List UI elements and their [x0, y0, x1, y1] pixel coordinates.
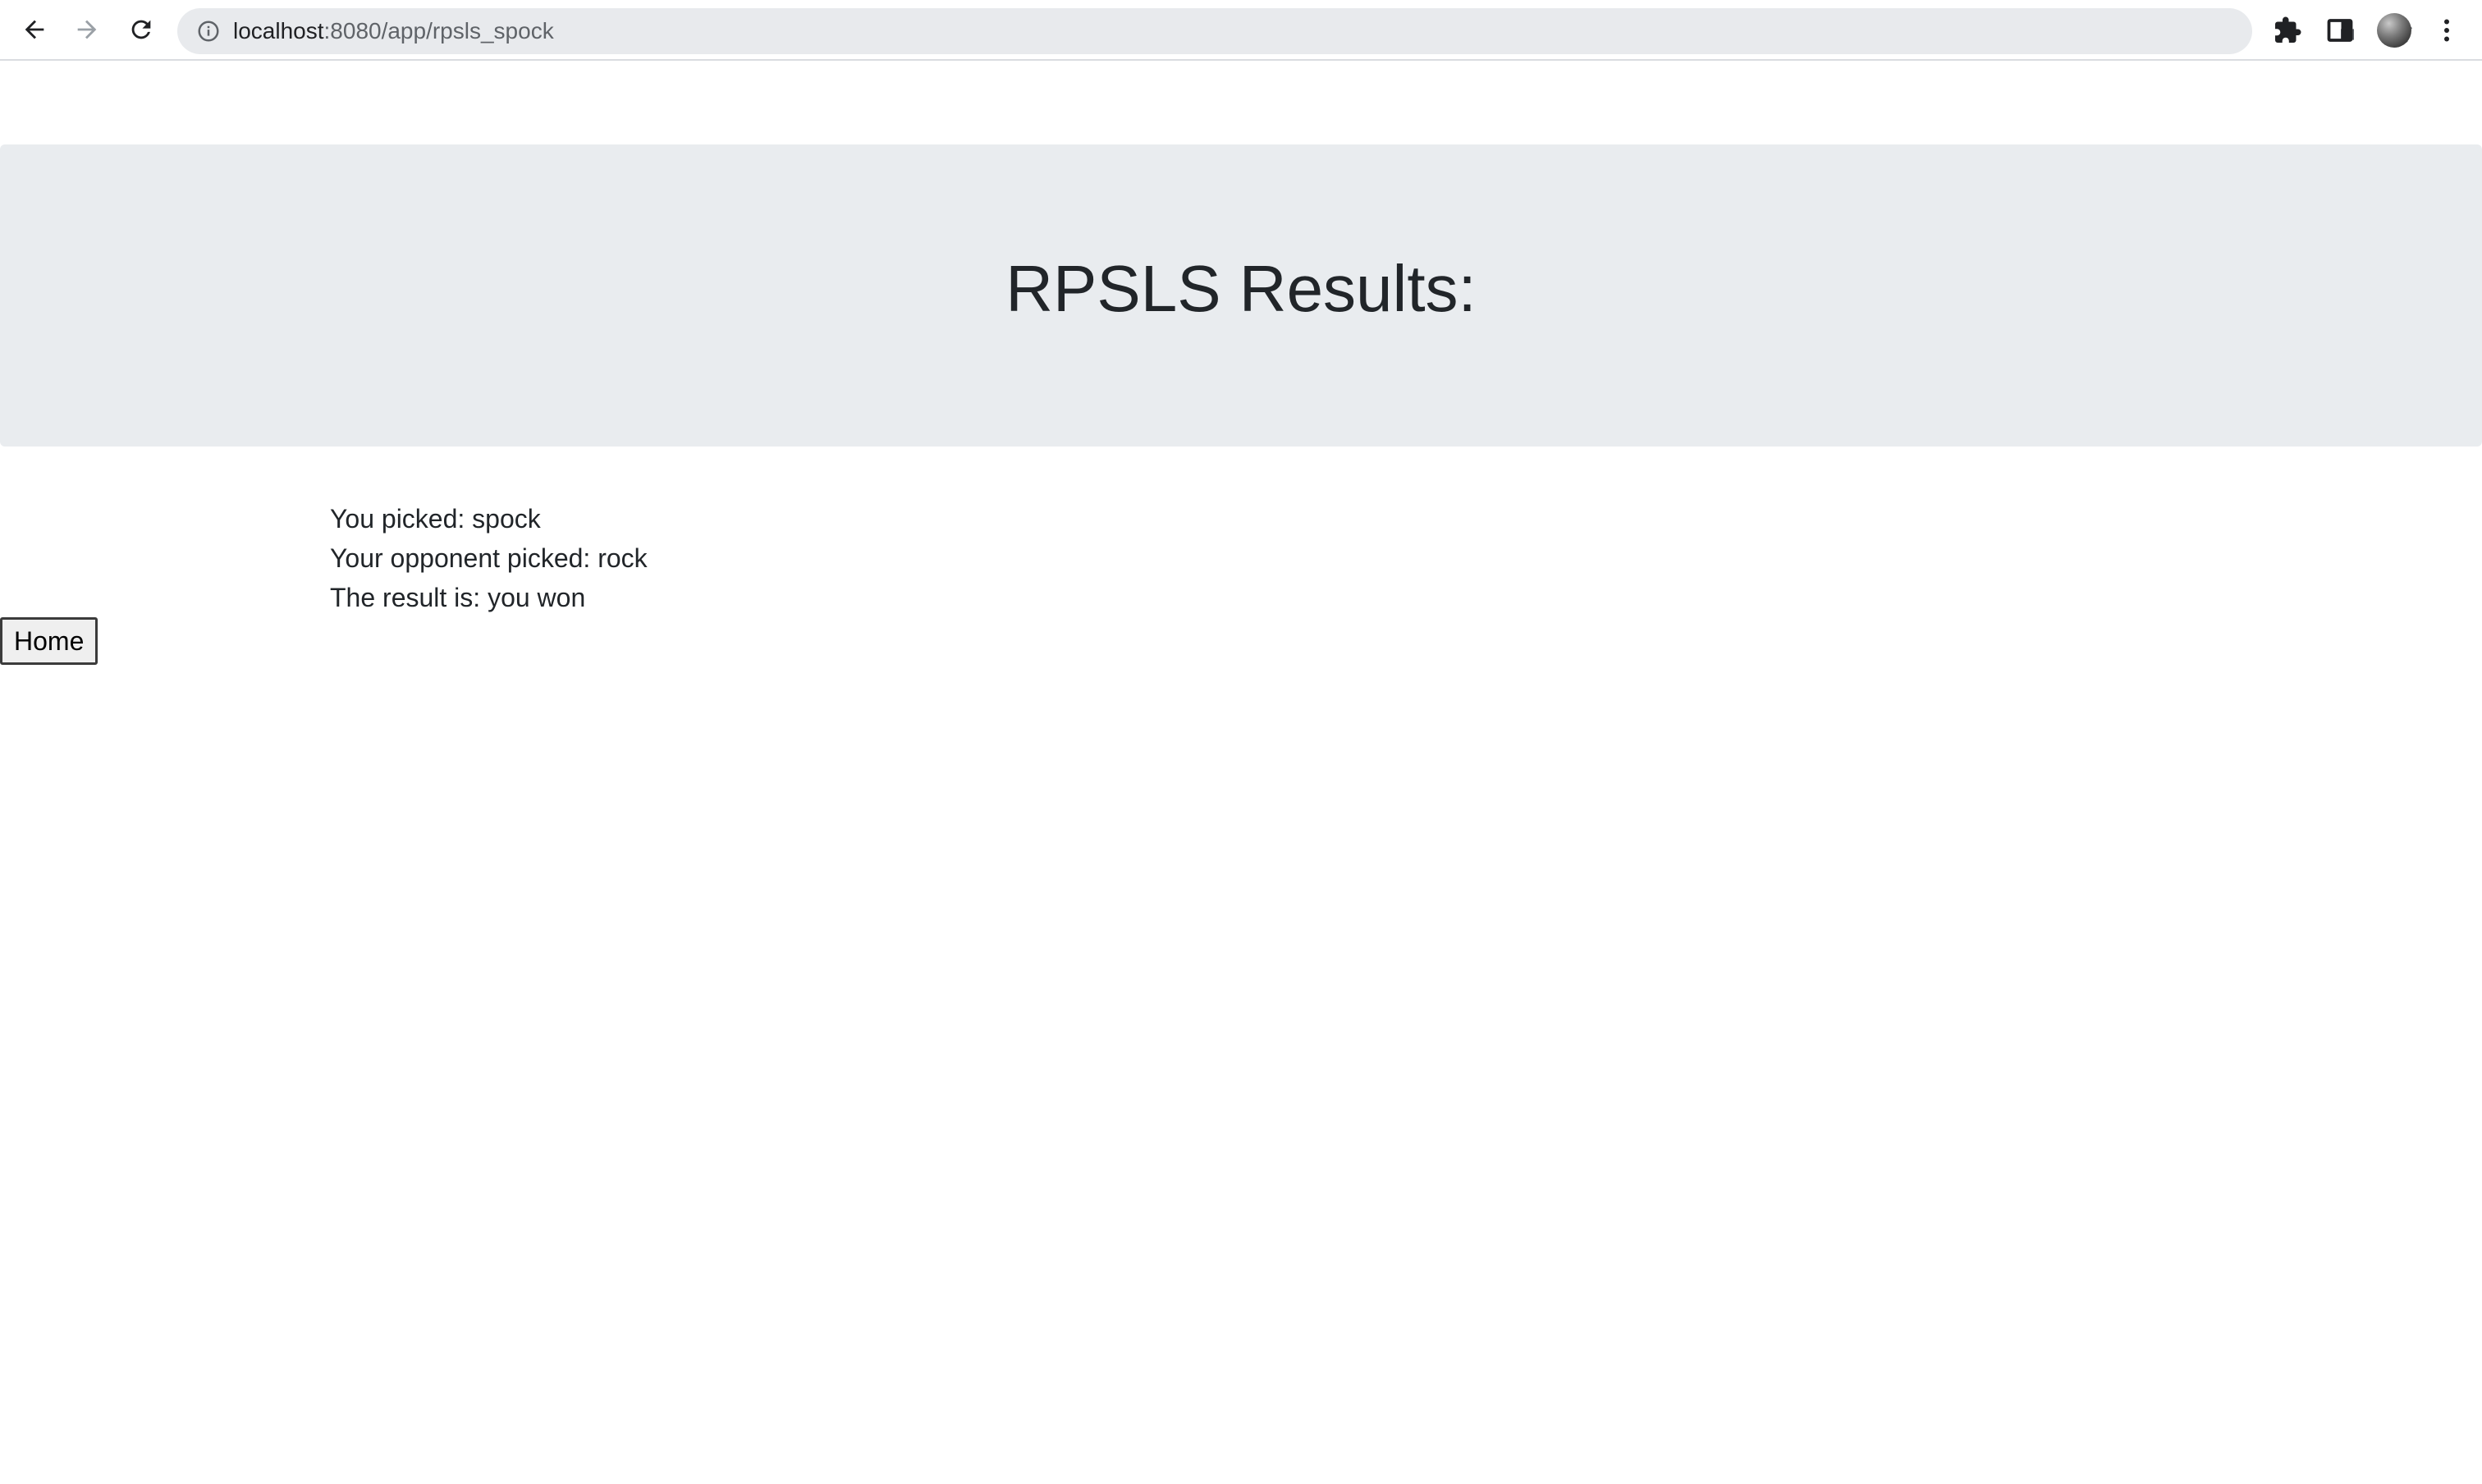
home-button[interactable]: Home	[0, 617, 98, 665]
side-panel-icon[interactable]	[2323, 13, 2357, 48]
kebab-menu-icon[interactable]	[2429, 13, 2464, 48]
you-picked-text: You picked: spock	[330, 504, 541, 534]
reload-button[interactable]	[120, 8, 163, 51]
result-text: The result is: you won	[330, 583, 586, 612]
site-info-icon[interactable]	[194, 16, 223, 46]
opponent-picked-text: Your opponent picked: rock	[330, 543, 648, 573]
reload-icon	[131, 20, 151, 39]
url-path: :8080/app/rpsls_spock	[323, 18, 554, 44]
extensions-puzzle-icon[interactable]	[2270, 13, 2305, 48]
results-block: You picked: spock Your opponent picked: …	[330, 499, 648, 617]
url-text[interactable]: localhost:8080/app/rpsls_spock	[233, 8, 554, 54]
url-host: localhost	[233, 18, 324, 44]
avatar[interactable]	[2377, 13, 2411, 48]
forward-arrow-icon	[77, 20, 97, 39]
page-title: RPSLS Results:	[1005, 252, 1477, 325]
forward-button[interactable]	[66, 8, 108, 51]
address-bar[interactable]: localhost:8080/app/rpsls_spock	[177, 8, 2412, 54]
results-jumbotron: RPSLS Results:	[0, 144, 2482, 447]
back-arrow-icon	[25, 20, 44, 39]
browser-toolbar: localhost:8080/app/rpsls_spock	[0, 0, 2482, 61]
back-button[interactable]	[13, 8, 56, 51]
